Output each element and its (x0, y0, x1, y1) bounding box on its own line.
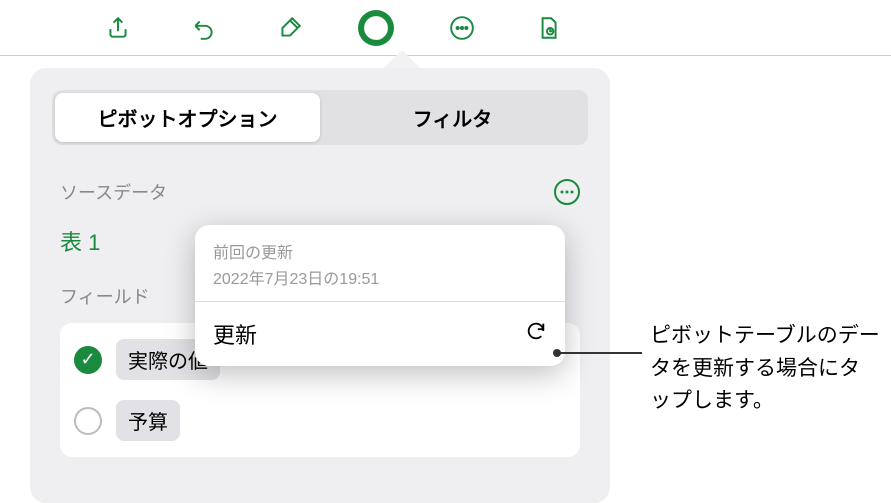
toolbar (0, 0, 891, 56)
annotation-text: ピボットテーブルのデータを更新する場合にタップします。 (650, 320, 880, 418)
format-icon[interactable] (272, 10, 308, 46)
refresh-label: 更新 (213, 318, 257, 350)
field-chip[interactable]: 予算 (116, 400, 180, 441)
document-icon[interactable] (530, 10, 566, 46)
undo-icon[interactable] (186, 10, 222, 46)
popup-header: 前回の更新 2022年7月23日の19:51 (195, 225, 565, 302)
tab-segmented-control: ピボットオプション フィルタ (52, 90, 588, 145)
checkbox-unchecked-icon[interactable] (74, 407, 102, 435)
refresh-popup: 前回の更新 2022年7月23日の19:51 更新 (195, 225, 565, 366)
tab-pivot-options[interactable]: ピボットオプション (55, 93, 320, 142)
last-update-label: 前回の更新 (213, 239, 547, 263)
organize-icon[interactable] (358, 10, 394, 46)
checkbox-checked-icon[interactable]: ✓ (74, 346, 102, 374)
tab-filter[interactable]: フィルタ (320, 93, 585, 142)
more-icon[interactable] (444, 10, 480, 46)
popover-pointer (384, 50, 420, 68)
refresh-button[interactable]: 更新 (195, 302, 565, 366)
source-data-header: ソースデータ (52, 173, 588, 211)
annotation-leader (557, 352, 642, 354)
field-row[interactable]: 予算 (60, 390, 580, 451)
share-icon[interactable] (100, 10, 136, 46)
source-data-label: ソースデータ (60, 179, 167, 205)
last-update-date: 2022年7月23日の19:51 (213, 265, 547, 289)
source-more-icon[interactable] (554, 179, 580, 205)
refresh-icon (525, 320, 547, 348)
